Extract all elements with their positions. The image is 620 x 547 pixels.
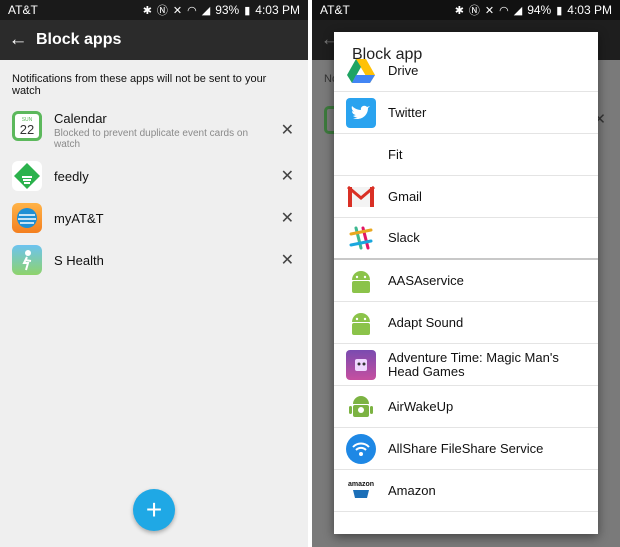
- signal-icon: ◢: [513, 4, 523, 17]
- dialog-app-amazon[interactable]: amazon Amazon: [334, 470, 598, 512]
- android-icon: [346, 308, 376, 338]
- bluetooth-icon: ✱: [142, 4, 152, 17]
- app-name: Drive: [388, 62, 419, 78]
- dialog-app-twitter[interactable]: Twitter: [334, 92, 598, 134]
- carrier-label: AT&T: [8, 3, 38, 17]
- blocked-app-myatt: myAT&T ✕: [0, 197, 308, 239]
- battery-percent: 94%: [527, 3, 552, 17]
- app-name: Fit: [388, 146, 403, 162]
- dialog-app-allshare[interactable]: AllShare FileShare Service: [334, 428, 598, 470]
- clock: 4:03 PM: [255, 3, 300, 17]
- status-bar: AT&T ✱ Ⓝ ✕ ◠ ◢ 94% ▮ 4:03 PM: [312, 0, 620, 20]
- amazon-icon: amazon: [346, 475, 376, 506]
- back-arrow-icon[interactable]: ←: [0, 29, 36, 51]
- app-name: AllShare FileShare Service: [388, 440, 544, 456]
- adventure-time-icon: [346, 349, 376, 380]
- slack-icon: [346, 223, 376, 253]
- gmail-icon: [346, 182, 376, 212]
- twitter-icon: [346, 97, 376, 128]
- dialog-app-slack[interactable]: Slack: [334, 218, 598, 260]
- calendar-icon: SUN 22: [12, 111, 42, 141]
- app-name: Slack: [388, 230, 420, 245]
- app-name: myAT&T: [54, 210, 104, 226]
- app-name: Amazon: [388, 482, 436, 498]
- feedly-icon: [12, 161, 42, 191]
- nfc-icon: Ⓝ: [156, 5, 168, 17]
- clock: 4:03 PM: [567, 3, 612, 17]
- app-subtitle: Blocked to prevent duplicate event cards…: [54, 128, 249, 150]
- remove-myatt-button[interactable]: ✕: [281, 208, 294, 228]
- add-app-button[interactable]: +: [133, 489, 175, 531]
- remove-feedly-button[interactable]: ✕: [281, 166, 294, 186]
- dialog-app-drive[interactable]: Drive: [334, 50, 598, 92]
- app-name: Twitter: [388, 104, 427, 120]
- dialog-app-aasaservice[interactable]: AASAservice: [334, 260, 598, 302]
- wifi-icon: ◠: [499, 4, 509, 17]
- battery-percent: 93%: [215, 3, 240, 17]
- right-screen: AT&T ✱ Ⓝ ✕ ◠ ◢ 94% ▮ 4:03 PM ← No ✕ Bloc…: [312, 0, 620, 547]
- wifi-icon: ◠: [187, 4, 197, 17]
- signal-icon: ◢: [201, 4, 211, 17]
- dialog-app-gmail[interactable]: Gmail: [334, 176, 598, 218]
- app-name: Adapt Sound: [388, 314, 464, 330]
- allshare-icon: [346, 433, 376, 464]
- app-name: S Health: [54, 252, 104, 268]
- remove-calendar-button[interactable]: ✕: [281, 120, 294, 140]
- airwakeup-icon: [346, 392, 376, 422]
- battery-icon: ▮: [244, 4, 251, 17]
- app-name: AirWakeUp: [388, 398, 454, 414]
- plus-icon: +: [145, 494, 163, 525]
- blank-icon: [346, 140, 376, 170]
- app-name: Gmail: [388, 188, 422, 204]
- bluetooth-icon: ✱: [454, 4, 464, 17]
- blocked-app-feedly: feedly ✕: [0, 155, 308, 197]
- page-title: Block apps: [36, 31, 122, 48]
- dialog-app-airwakeup[interactable]: AirWakeUp: [334, 386, 598, 428]
- app-name: Adventure Time: Magic Man's Head Games: [388, 349, 559, 379]
- myatt-icon: [12, 203, 42, 233]
- app-bar: ← Block apps: [0, 20, 308, 60]
- nfc-icon: Ⓝ: [468, 5, 480, 17]
- remove-s-health-button[interactable]: ✕: [281, 250, 294, 270]
- mute-icon: ✕: [484, 4, 495, 17]
- block-app-dialog: Block app Drive Twitter Fit Gmail Slack …: [334, 32, 598, 534]
- drive-icon: [346, 56, 376, 86]
- battery-icon: ▮: [556, 4, 563, 17]
- android-icon: [346, 266, 376, 296]
- dialog-app-adventure-time[interactable]: Adventure Time: Magic Man's Head Games: [334, 344, 598, 386]
- blocked-app-s-health: S Health ✕: [0, 239, 308, 281]
- dialog-app-adapt-sound[interactable]: Adapt Sound: [334, 302, 598, 344]
- dialog-app-fit[interactable]: Fit: [334, 134, 598, 176]
- block-notice: Notifications from these apps will not b…: [12, 73, 267, 97]
- s-health-icon: [12, 245, 42, 275]
- app-name: Calendar: [54, 111, 107, 126]
- app-name: feedly: [54, 168, 89, 184]
- mute-icon: ✕: [172, 4, 183, 17]
- status-bar: AT&T ✱ Ⓝ ✕ ◠ ◢ 93% ▮ 4:03 PM: [0, 0, 308, 20]
- carrier-label: AT&T: [320, 3, 350, 17]
- blocked-app-calendar: SUN 22 Calendar Blocked to prevent dupli…: [0, 105, 308, 155]
- app-name: AASAservice: [388, 272, 464, 288]
- left-screen: AT&T ✱ Ⓝ ✕ ◠ ◢ 93% ▮ 4:03 PM ← Block app…: [0, 0, 308, 547]
